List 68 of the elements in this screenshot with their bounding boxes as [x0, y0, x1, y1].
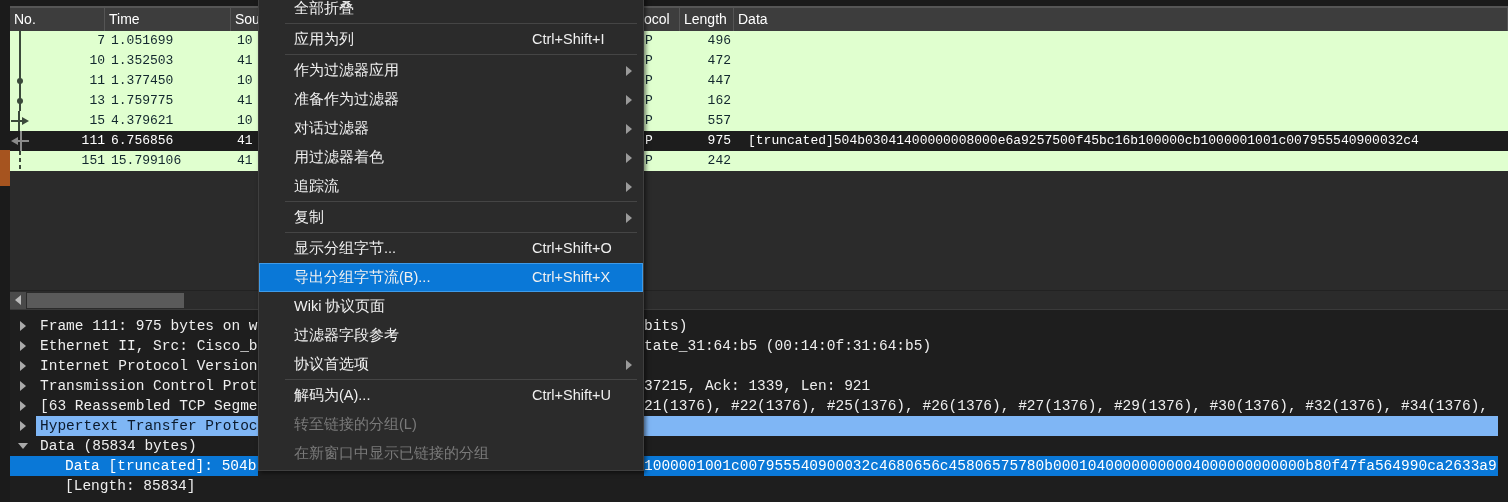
tree-item-text[interactable]: Transmission Control Prot	[36, 376, 258, 396]
shortcut-text: Ctrl+Shift+X	[532, 267, 612, 287]
tree-item-text[interactable]: Data [truncated]: 504b	[10, 456, 258, 476]
table-cell-text: 472	[706, 52, 732, 70]
table-cell-text: 10	[236, 72, 254, 90]
panel-edge-marker	[0, 150, 10, 186]
table-cell-text: 162	[706, 92, 732, 110]
table-cell-text: 11	[88, 72, 105, 90]
table-cell-text: 15	[88, 112, 105, 130]
related-packet-dashed-icon	[19, 151, 21, 171]
table-cell-text: 1.759775	[110, 92, 175, 110]
table-cell-text: 975	[706, 132, 732, 150]
tree-item-text[interactable]: Data (85834 bytes)	[36, 436, 258, 456]
arrow-icon	[11, 111, 29, 131]
table-cell-text: 41	[236, 92, 254, 110]
table-cell-text: 41	[236, 132, 254, 150]
arrow-icon	[11, 131, 29, 151]
tree-item-text: 37215, Ack: 1339, Len: 921	[644, 377, 872, 396]
table-cell-text: P	[644, 152, 654, 170]
menu-item[interactable]: 复制	[259, 203, 643, 232]
table-cell-text: P	[644, 92, 654, 110]
table-cell-text: 10	[236, 32, 254, 50]
table-cell-text: 496	[706, 32, 732, 50]
menu-item[interactable]: 过滤器字段参考	[259, 321, 643, 350]
table-cell-text: P	[644, 52, 654, 70]
tree-item-text: tate_31:64:b5 (00:14:0f:31:64:b5)	[644, 337, 933, 356]
shortcut-text: Ctrl+Shift+I	[532, 29, 606, 49]
scroll-left-icon	[14, 295, 22, 305]
table-cell-text: 15.799106	[110, 152, 183, 170]
table-cell-text: 7	[96, 32, 105, 50]
table-cell-text: 13	[88, 92, 105, 110]
menu-item[interactable]: Wiki 协议页面	[259, 292, 643, 321]
menu-item[interactable]: 协议首选项	[259, 350, 643, 379]
table-cell-text: P	[644, 112, 654, 130]
tree-item-text: 21(1376), #22(1376), #25(1376), #26(1376), #27(1376), #29(1376), #30(1376), #32(1376), #34(1376),	[644, 397, 1490, 416]
table-cell-text: 41	[236, 152, 254, 170]
table-cell-text: 447	[706, 72, 732, 90]
table-cell-text: 1.051699	[110, 32, 175, 50]
table-cell-text: 6.756856	[110, 132, 175, 150]
menu-item[interactable]: 显示分组字节... Ctrl+Shift+O	[259, 234, 643, 263]
shortcut-text: Ctrl+Shift+O	[532, 238, 613, 258]
table-cell-text: 111	[80, 132, 105, 150]
table-cell-text: 1.377450	[110, 72, 175, 90]
table-cell-text: 41	[236, 52, 254, 70]
table-cell-text: 557	[706, 112, 732, 130]
menu-item[interactable]: 全部折叠	[259, 0, 643, 23]
table-cell-text: 242	[706, 152, 732, 170]
shortcut-text: Ctrl+Shift+U	[532, 385, 612, 405]
menu-item[interactable]: 追踪流	[259, 172, 643, 201]
menu-item[interactable]: 解码为(A)... Ctrl+Shift+U	[259, 381, 643, 410]
tree-item-text[interactable]: Frame 111: 975 bytes on w	[36, 316, 258, 336]
tree-item-text[interactable]: Internet Protocol Version	[36, 356, 258, 376]
table-cell-text: 1.352503	[110, 52, 175, 70]
tree-item-text[interactable]: Hypertext Transfer Protoc	[36, 416, 258, 436]
tree-item-text: 1000001001c007955540900032c4680656c45806575780b00010400000000004000000000000b80f47fa564990ca2633a9	[644, 456, 1498, 476]
table-cell-text: P	[644, 32, 654, 50]
table-cell-text: [truncated]504b03041400000008000e6a9257500f45bc16b100000cb1000001001c007955540900032c4	[747, 132, 1420, 150]
table-cell-text: P	[644, 132, 654, 150]
table-cell-text: 151	[80, 152, 105, 170]
table-cell-text: 4.379621	[110, 112, 175, 130]
table-cell-text: 10	[236, 112, 254, 130]
tree-item-text[interactable]: [Length: 85834]	[10, 476, 258, 496]
table-cell-text: 10	[88, 52, 105, 70]
tree-item-text[interactable]: [63 Reassembled TCP Segme	[36, 396, 258, 416]
tree-item-text: bits)	[644, 317, 689, 336]
menu-item[interactable]: 导出分组字节流(B)... Ctrl+Shift+X	[259, 263, 643, 292]
tree-item-text[interactable]: Ethernet II, Src: Cisco_b	[36, 336, 258, 356]
table-cell-text: P	[644, 72, 654, 90]
